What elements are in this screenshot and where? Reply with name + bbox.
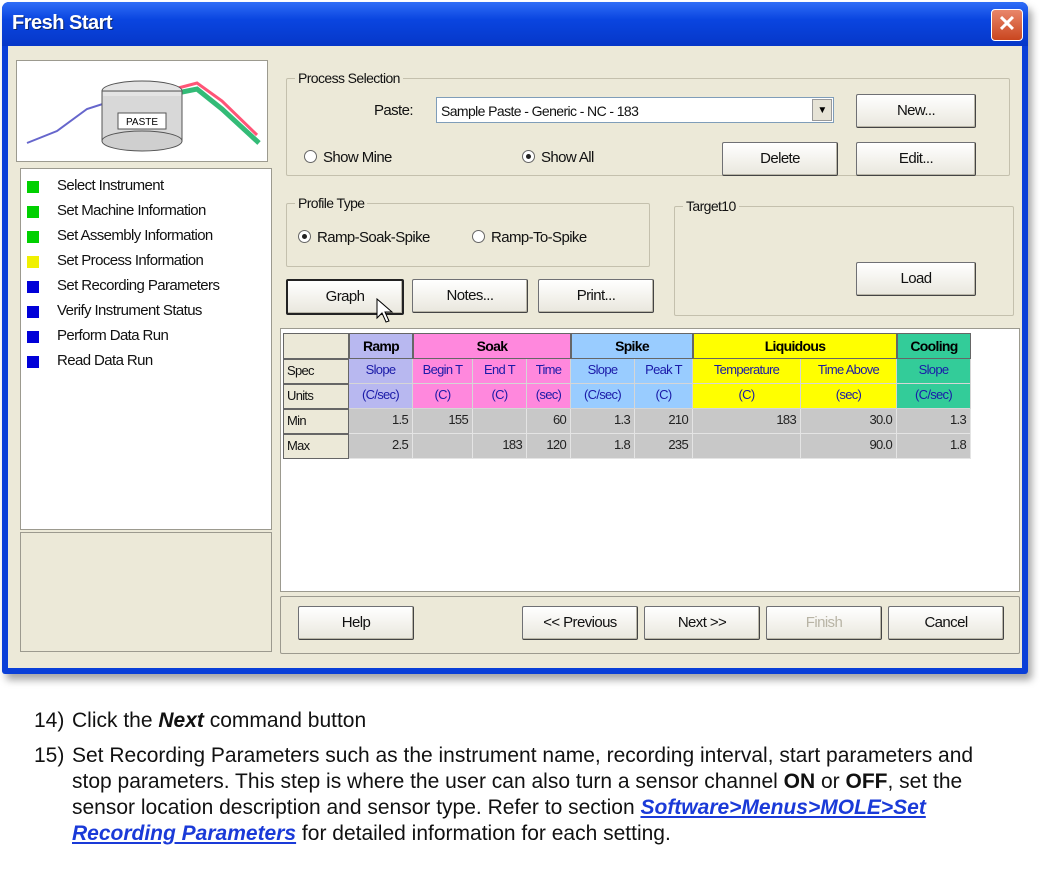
table-cell: Peak T — [635, 359, 693, 384]
empty-panel — [20, 532, 272, 652]
fresh-start-window: Fresh Start ✕ PASTE Select Instrument Se… — [2, 2, 1028, 674]
table-cell: 155 — [413, 409, 473, 434]
table-cell: (sec) — [527, 384, 571, 409]
table-cell: (C/sec) — [897, 384, 971, 409]
wizard-steps-list: Select Instrument Set Machine Informatio… — [20, 168, 272, 530]
table-cell: (C/sec) — [571, 384, 635, 409]
close-button[interactable]: ✕ — [991, 9, 1023, 41]
group-label: Process Selection — [295, 70, 403, 86]
paste-jar-icon: PASTE — [26, 80, 261, 152]
group-label: Profile Type — [295, 195, 368, 211]
paste-label: Paste: — [374, 102, 414, 119]
status-indicator — [27, 331, 39, 343]
next-button[interactable]: Next >> — [644, 606, 760, 640]
status-indicator — [27, 356, 39, 368]
new-button[interactable]: New... — [856, 94, 976, 128]
table-cell: 1.8 — [897, 434, 971, 459]
table-cell: 1.8 — [571, 434, 635, 459]
table-cell: 183 — [693, 409, 801, 434]
table-cell: 235 — [635, 434, 693, 459]
table-cell: (C/sec) — [349, 384, 413, 409]
print-button[interactable]: Print... — [538, 279, 654, 313]
status-indicator — [27, 206, 39, 218]
group-header: Ramp — [349, 333, 413, 359]
radio-icon — [472, 230, 485, 243]
title-bar: Fresh Start ✕ — [2, 2, 1028, 46]
table-cell: 90.0 — [801, 434, 897, 459]
radio-selected-icon — [298, 230, 311, 243]
chevron-down-icon[interactable]: ▼ — [812, 99, 832, 121]
load-button[interactable]: Load — [856, 262, 976, 296]
status-indicator — [27, 281, 39, 293]
group-label: Target10 — [683, 198, 739, 214]
finish-button: Finish — [766, 606, 882, 640]
row-header: Units — [283, 384, 349, 409]
table-cell: 60 — [527, 409, 571, 434]
radio-icon — [304, 150, 317, 163]
table-cell: 120 — [527, 434, 571, 459]
table-cell: (C) — [693, 384, 801, 409]
paste-image: PASTE — [16, 60, 268, 162]
table-cell: Slope — [571, 359, 635, 384]
status-indicator — [27, 181, 39, 193]
table-cell: (C) — [635, 384, 693, 409]
mouse-cursor-icon — [376, 298, 394, 323]
table-cell: Time Above — [801, 359, 897, 384]
ramp-soak-spike-radio[interactable]: Ramp-Soak-Spike — [298, 229, 430, 246]
table-cell: (C) — [413, 384, 473, 409]
table-cell: Slope — [897, 359, 971, 384]
table-cell: Temperature — [693, 359, 801, 384]
table-cell: 1.3 — [571, 409, 635, 434]
table-cell: Begin T — [413, 359, 473, 384]
table-cell: 1.3 — [897, 409, 971, 434]
table-cell: 183 — [473, 434, 527, 459]
table-cell: 30.0 — [801, 409, 897, 434]
previous-button[interactable]: << Previous — [522, 606, 638, 640]
table-cell: Time — [527, 359, 571, 384]
status-indicator — [27, 306, 39, 318]
window-title: Fresh Start — [12, 12, 113, 34]
table-corner — [283, 333, 349, 359]
group-header: Soak — [413, 333, 571, 359]
paste-select[interactable]: Sample Paste - Generic - NC - 183 ▼ — [436, 97, 834, 123]
table-cell: End T — [473, 359, 527, 384]
table-cell: (sec) — [801, 384, 897, 409]
ramp-to-spike-radio[interactable]: Ramp-To-Spike — [472, 229, 587, 246]
target-group: Target10 — [674, 198, 1014, 316]
table-cell: 1.5 — [349, 409, 413, 434]
cancel-button[interactable]: Cancel — [888, 606, 1004, 640]
group-header: Cooling — [897, 333, 971, 359]
table-cell — [413, 434, 473, 459]
help-button[interactable]: Help — [298, 606, 414, 640]
show-all-radio[interactable]: Show All — [522, 149, 594, 166]
paste-select-value: Sample Paste - Generic - NC - 183 — [441, 103, 639, 119]
jar-label: PASTE — [126, 117, 158, 128]
group-header: Liquidous — [693, 333, 897, 359]
group-header: Spike — [571, 333, 693, 359]
show-mine-radio[interactable]: Show Mine — [304, 149, 392, 166]
table-cell — [473, 409, 527, 434]
row-header: Max — [283, 434, 349, 459]
status-indicator — [27, 231, 39, 243]
table-cell: 2.5 — [349, 434, 413, 459]
process-spec-table: Ramp Soak Spike Liquidous Cooling Spec Slope Be… — [280, 328, 1020, 592]
table-cell: Slope — [349, 359, 413, 384]
dialog-body: PASTE Select Instrument Set Machine Info… — [8, 46, 1022, 668]
status-indicator — [27, 256, 39, 268]
radio-selected-icon — [522, 150, 535, 163]
row-header: Spec — [283, 359, 349, 384]
notes-button[interactable]: Notes... — [412, 279, 528, 313]
edit-button[interactable]: Edit... — [856, 142, 976, 176]
table-cell: (C) — [473, 384, 527, 409]
table-cell — [693, 434, 801, 459]
delete-button[interactable]: Delete — [722, 142, 838, 176]
row-header: Min — [283, 409, 349, 434]
table-cell: 210 — [635, 409, 693, 434]
